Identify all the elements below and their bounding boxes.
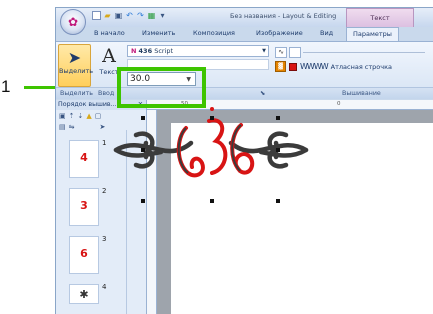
font-select[interactable]: N 436 Script ▼	[127, 45, 269, 57]
chevron-down-icon: ▼	[262, 48, 266, 54]
title-bar: ✿ ▰ ▣ ↶ ↷ ▦ ▾ Без названия - Layout & Ed…	[56, 8, 433, 35]
resize-handle-br[interactable]	[276, 199, 280, 203]
save-icon[interactable]: ▣	[114, 11, 123, 20]
undo-icon[interactable]: ↶	[125, 11, 134, 20]
resize-handle-tm[interactable]	[210, 116, 214, 120]
resize-handle-ml[interactable]	[141, 148, 145, 152]
item-preview: 6	[80, 247, 88, 260]
tab-view[interactable]: Вид	[320, 29, 333, 37]
pointer-icon[interactable]: ➤	[100, 123, 106, 131]
thumbnail-list: 1 4 2 3 3 6 4 ✱	[69, 139, 106, 314]
qat-dropdown-icon[interactable]: ▾	[158, 11, 167, 20]
text-icon: A	[102, 45, 116, 67]
font-prefix: N	[131, 47, 137, 55]
highlight-frame	[117, 67, 206, 108]
resize-handle-tr[interactable]	[276, 116, 280, 120]
ribbon: ➤ Выделить A Текст N 436 Script ▼ 30.0 ▼…	[56, 41, 433, 108]
list-item[interactable]: 2 3	[69, 187, 106, 226]
region-sew-row: ▓ WWWW Атласная строчка	[275, 61, 392, 72]
ruler-label: 0	[337, 101, 341, 107]
list-item[interactable]: 1 4	[69, 139, 106, 178]
callout-number: 1	[1, 77, 11, 96]
satin-stitch-icon: WWWW	[300, 62, 329, 71]
line-sew-icon[interactable]: ∿	[275, 46, 287, 58]
ribbon-group-labels: Выделить Ввод ⬊ Вышивание	[56, 87, 433, 99]
font-sample: 436	[138, 47, 153, 55]
tab-layout[interactable]: Композиция	[193, 29, 235, 37]
context-tab-text[interactable]: Текст	[346, 8, 414, 27]
combine-icon[interactable]: ▤	[59, 123, 66, 131]
window-title: Без названия - Layout & Editing	[230, 12, 337, 20]
list-item[interactable]: 4 ✱	[69, 283, 106, 304]
group-label-input: Ввод	[98, 90, 115, 97]
select-button[interactable]: ➤ Выделить	[58, 44, 94, 87]
application-menu-button[interactable]: ✿	[60, 9, 86, 35]
resize-handle-mr[interactable]	[276, 148, 280, 152]
stitch-type-label[interactable]: Атласная строчка	[331, 63, 392, 71]
line-sew-row: ∿	[275, 46, 425, 58]
item-preview: 3	[80, 199, 88, 212]
embroidery-design[interactable]	[106, 103, 319, 203]
move-last-icon[interactable]: ▢	[95, 112, 102, 120]
select-button-label: Выделить	[59, 67, 94, 75]
split-icon[interactable]: ⇋	[69, 123, 75, 131]
resize-handle-bl[interactable]	[141, 199, 145, 203]
list-item[interactable]: 3 6	[69, 235, 106, 274]
divider	[303, 51, 425, 53]
ribbon-tabs: В начало Изменить Композиция Изображение…	[56, 27, 433, 41]
text-button-label: Текст	[99, 68, 119, 76]
group-expand-icon[interactable]: ⬊	[260, 90, 265, 97]
region-sew-icon[interactable]: ▓	[275, 61, 286, 72]
line-color-icon[interactable]	[289, 46, 301, 58]
item-preview: 4	[80, 151, 88, 164]
application-window: ✿ ▰ ▣ ↶ ↷ ▦ ▾ Без названия - Layout & Ed…	[55, 7, 433, 314]
font-name: Script	[154, 47, 174, 55]
group-label-embroidery: Вышивание	[342, 90, 381, 97]
resize-handle-bm[interactable]	[210, 199, 214, 203]
tab-image[interactable]: Изображение	[256, 29, 303, 37]
tab-parameters[interactable]: Параметры	[346, 27, 399, 41]
move-up-icon[interactable]: ⇡	[69, 112, 75, 120]
item-preview: ✱	[79, 288, 89, 301]
resize-handle-tl[interactable]	[141, 116, 145, 120]
group-label-select: Выделить	[60, 90, 94, 97]
move-first-icon[interactable]: ▣	[59, 112, 66, 120]
app-logo-icon: ✿	[67, 15, 79, 29]
tab-home[interactable]: В начало	[94, 29, 125, 37]
item-number: 4	[102, 283, 107, 291]
rotate-handle[interactable]	[210, 107, 214, 111]
lock-icon[interactable]: ▲	[86, 112, 91, 120]
new-icon[interactable]	[92, 11, 101, 20]
layout-icon[interactable]: ▦	[147, 11, 156, 20]
thread-color-icon[interactable]	[289, 62, 297, 71]
tab-edit[interactable]: Изменить	[142, 29, 175, 37]
redo-icon[interactable]: ↷	[136, 11, 145, 20]
pointer-icon: ➤	[67, 48, 82, 67]
open-icon[interactable]: ▰	[103, 11, 112, 20]
monogram-outline	[177, 124, 242, 174]
quick-access-toolbar: ▰ ▣ ↶ ↷ ▦ ▾	[92, 11, 167, 20]
move-down-icon[interactable]: ⇣	[78, 112, 84, 120]
item-number: 3	[102, 235, 107, 243]
